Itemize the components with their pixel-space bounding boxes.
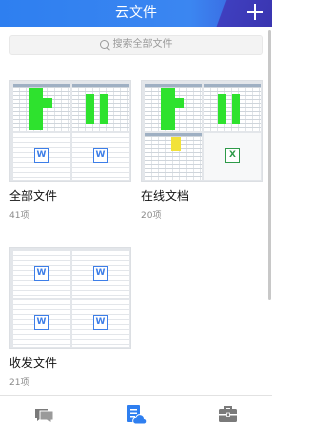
- word-icon: W: [93, 315, 108, 330]
- word-icon: W: [34, 315, 49, 330]
- word-icon: W: [34, 148, 49, 163]
- search-icon: [99, 40, 110, 50]
- spreadsheet-preview: [204, 84, 261, 131]
- folder-name: 全部文件: [9, 189, 58, 203]
- spreadsheet-preview: [145, 84, 202, 131]
- word-icon: W: [93, 266, 108, 281]
- folder-thumbnail: W W W W: [9, 247, 131, 349]
- folder-thumbnail: W W: [9, 80, 131, 182]
- title-bar: 云文件: [0, 0, 272, 27]
- document-preview: W: [13, 133, 70, 180]
- app-root: 云文件 搜索全部文件 W W 全部文件 41项 X 在线文档 20项 W W W…: [0, 0, 272, 433]
- word-icon: W: [34, 266, 49, 281]
- spreadsheet-preview: [145, 133, 202, 180]
- scrollbar[interactable]: [268, 30, 271, 300]
- document-preview: W: [13, 300, 70, 347]
- spreadsheet-preview: [13, 84, 70, 131]
- bottom-nav: [0, 395, 272, 433]
- excel-icon: X: [225, 148, 240, 163]
- spreadsheet-preview: X: [204, 133, 261, 180]
- document-preview: W: [72, 133, 129, 180]
- chat-icon[interactable]: [32, 403, 56, 427]
- folder-name: 收发文件: [9, 356, 58, 370]
- cloud-doc-icon[interactable]: [124, 403, 148, 427]
- folder-count: 21项: [9, 378, 30, 388]
- plus-icon[interactable]: [247, 4, 263, 20]
- folder-name: 在线文档: [141, 189, 190, 203]
- word-icon: W: [93, 148, 108, 163]
- document-preview: W: [72, 300, 129, 347]
- search-input[interactable]: 搜索全部文件: [9, 35, 263, 55]
- page-title: 云文件: [115, 5, 157, 21]
- document-preview: W: [72, 251, 129, 298]
- document-preview: W: [13, 251, 70, 298]
- folder-count: 20项: [141, 211, 162, 221]
- spreadsheet-preview: [72, 84, 129, 131]
- briefcase-icon[interactable]: [216, 403, 240, 427]
- folder-count: 41项: [9, 211, 30, 221]
- search-placeholder: 搜索全部文件: [112, 39, 173, 50]
- folder-thumbnail: X: [141, 80, 263, 182]
